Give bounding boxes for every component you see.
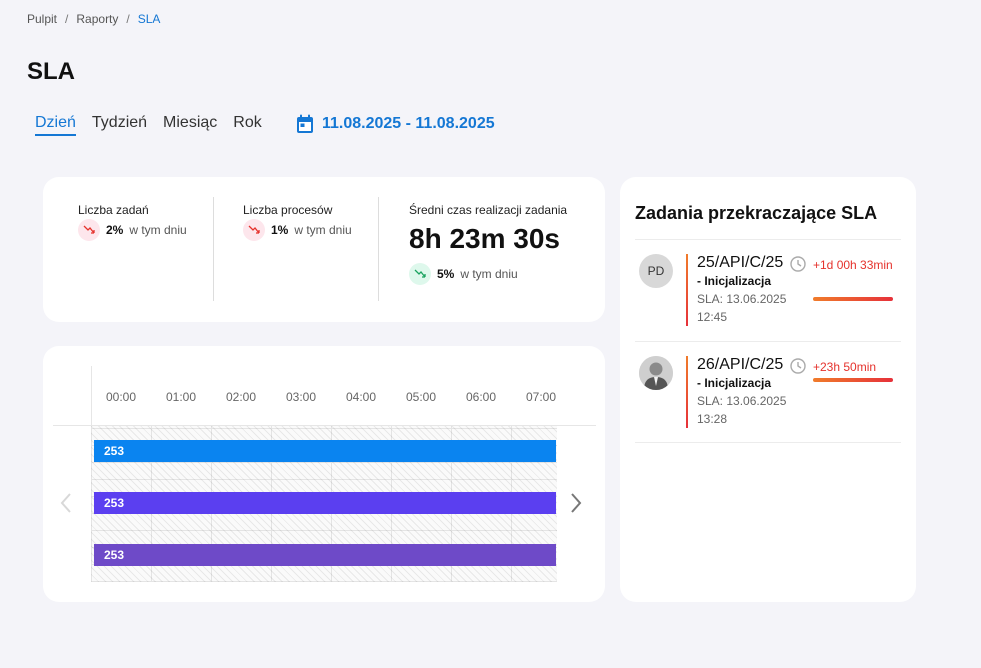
tab-week[interactable]: Tydzień bbox=[92, 114, 147, 136]
timeline-bar[interactable]: 253 bbox=[94, 544, 556, 566]
sla-deadline-time: 12:45 bbox=[697, 310, 728, 324]
timeline-next-button[interactable] bbox=[565, 488, 587, 518]
trend-down-icon bbox=[78, 219, 100, 241]
breadcrumb-home[interactable]: Pulpit bbox=[27, 12, 57, 26]
timeline-hour: 04:00 bbox=[346, 390, 377, 404]
timeline-hours: 00:00 01:00 02:00 03:00 04:00 05:00 06:0… bbox=[106, 390, 586, 404]
sla-task-stage: - Inicjalizacja bbox=[697, 274, 772, 288]
breadcrumb-current: SLA bbox=[137, 12, 161, 26]
avatar: PD bbox=[639, 254, 673, 288]
stat-avg-time-change: 5% w tym dniu bbox=[409, 263, 567, 285]
stat-processes: Liczba procesów 1% w tym dniu bbox=[243, 203, 352, 241]
sla-accent-bar bbox=[686, 254, 688, 326]
breadcrumb: Pulpit / Raporty / SLA bbox=[27, 12, 160, 26]
sla-task-info: 25/API/C/25 - Inicjalizacja SLA: 13.06.2… bbox=[697, 254, 786, 326]
sla-panel-title: Zadania przekraczające SLA bbox=[635, 203, 878, 223]
timeline-hour: 07:00 bbox=[526, 390, 557, 404]
sla-task-stage: - Inicjalizacja bbox=[697, 376, 772, 390]
sla-deadline-date: SLA: 13.06.2025 bbox=[697, 394, 787, 408]
date-range-label: 11.08.2025 - 11.08.2025 bbox=[322, 115, 495, 132]
sla-task-item[interactable]: PD 25/API/C/25 - Inicjalizacja SLA: 13.0… bbox=[635, 254, 901, 344]
sla-task-id[interactable]: 25/API/C/25 bbox=[697, 254, 786, 272]
timeline-hour: 02:00 bbox=[226, 390, 257, 404]
sla-accent-bar bbox=[686, 356, 688, 428]
sla-exceeded-panel: Zadania przekraczające SLA PD 25/API/C/2… bbox=[620, 177, 916, 602]
timeline-hour: 05:00 bbox=[406, 390, 437, 404]
sla-divider bbox=[635, 239, 901, 240]
sla-task-info: 26/API/C/25 - Inicjalizacja SLA: 13.06.2… bbox=[697, 356, 786, 428]
timeline-bar[interactable]: 253 bbox=[94, 440, 556, 462]
trend-down-icon bbox=[243, 219, 265, 241]
stat-processes-change: 1% w tym dniu bbox=[243, 219, 352, 241]
date-range-picker[interactable]: 11.08.2025 - 11.08.2025 bbox=[296, 114, 495, 134]
stat-tasks-label: Liczba zadań bbox=[78, 203, 149, 217]
stat-divider bbox=[378, 197, 379, 301]
sla-divider bbox=[635, 442, 901, 443]
timeline-prev-button[interactable] bbox=[55, 488, 77, 518]
sla-overdue-time: +1d 00h 33min bbox=[813, 258, 893, 272]
timeline-hour: 01:00 bbox=[166, 390, 197, 404]
stat-tasks: Liczba zadań 2% w tym dniu bbox=[78, 203, 187, 241]
sla-overdue-bar bbox=[813, 297, 893, 301]
chevron-left-icon bbox=[60, 493, 71, 513]
sla-divider bbox=[635, 341, 901, 342]
stat-divider bbox=[213, 197, 214, 301]
timeline-hour: 06:00 bbox=[466, 390, 497, 404]
timeline-bar[interactable]: 253 bbox=[94, 492, 556, 514]
trend-down-green-icon bbox=[409, 263, 431, 285]
sla-task-deadline: SLA: 13.06.2025 12:45 bbox=[697, 290, 786, 326]
stat-avg-time-percent: 5% bbox=[437, 267, 455, 281]
stat-avg-time-value: 8h 23m 30s bbox=[409, 223, 560, 254]
stat-tasks-percent: 2% bbox=[106, 223, 124, 237]
timeline-hour: 00:00 bbox=[106, 390, 137, 404]
breadcrumb-separator: / bbox=[65, 12, 69, 26]
breadcrumb-separator: / bbox=[126, 12, 130, 26]
sla-task-deadline: SLA: 13.06.2025 13:28 bbox=[697, 392, 786, 428]
stat-avg-time: Średni czas realizacji zadania 8h 23m 30… bbox=[409, 203, 567, 285]
sla-overdue-bar bbox=[813, 378, 893, 382]
period-tabs: Dzień Tydzień Miesiąc Rok bbox=[35, 114, 262, 136]
chevron-right-icon bbox=[571, 493, 582, 513]
tab-month[interactable]: Miesiąc bbox=[163, 114, 217, 136]
sla-overdue-time: +23h 50min bbox=[813, 360, 877, 374]
sla-task-id[interactable]: 26/API/C/25 bbox=[697, 356, 786, 374]
stat-avg-time-suffix: w tym dniu bbox=[460, 267, 518, 281]
stat-avg-time-label: Średni czas realizacji zadania bbox=[409, 203, 568, 217]
stat-tasks-suffix: w tym dniu bbox=[129, 223, 187, 237]
stat-processes-percent: 1% bbox=[271, 223, 289, 237]
timeline-header: 00:00 01:00 02:00 03:00 04:00 05:00 06:0… bbox=[91, 366, 557, 426]
user-photo-icon bbox=[639, 356, 673, 390]
calendar-icon bbox=[296, 114, 314, 134]
tab-year[interactable]: Rok bbox=[233, 114, 261, 136]
timeline-hour: 03:00 bbox=[286, 390, 317, 404]
tab-day[interactable]: Dzień bbox=[35, 114, 76, 136]
sla-deadline-time: 13:28 bbox=[697, 412, 728, 426]
clock-icon bbox=[790, 256, 806, 272]
stat-tasks-change: 2% w tym dniu bbox=[78, 219, 187, 241]
clock-icon bbox=[790, 358, 806, 374]
stat-processes-suffix: w tym dniu bbox=[294, 223, 352, 237]
timeline-card: 00:00 01:00 02:00 03:00 04:00 05:00 06:0… bbox=[43, 346, 605, 602]
stat-processes-label: Liczba procesów bbox=[243, 203, 333, 217]
page-title: SLA bbox=[27, 58, 75, 85]
sla-deadline-date: SLA: 13.06.2025 bbox=[697, 292, 787, 306]
breadcrumb-reports[interactable]: Raporty bbox=[76, 12, 118, 26]
stats-card: Liczba zadań 2% w tym dniu Liczba proces… bbox=[43, 177, 605, 322]
sla-task-item[interactable]: 26/API/C/25 - Inicjalizacja SLA: 13.06.2… bbox=[635, 356, 901, 446]
